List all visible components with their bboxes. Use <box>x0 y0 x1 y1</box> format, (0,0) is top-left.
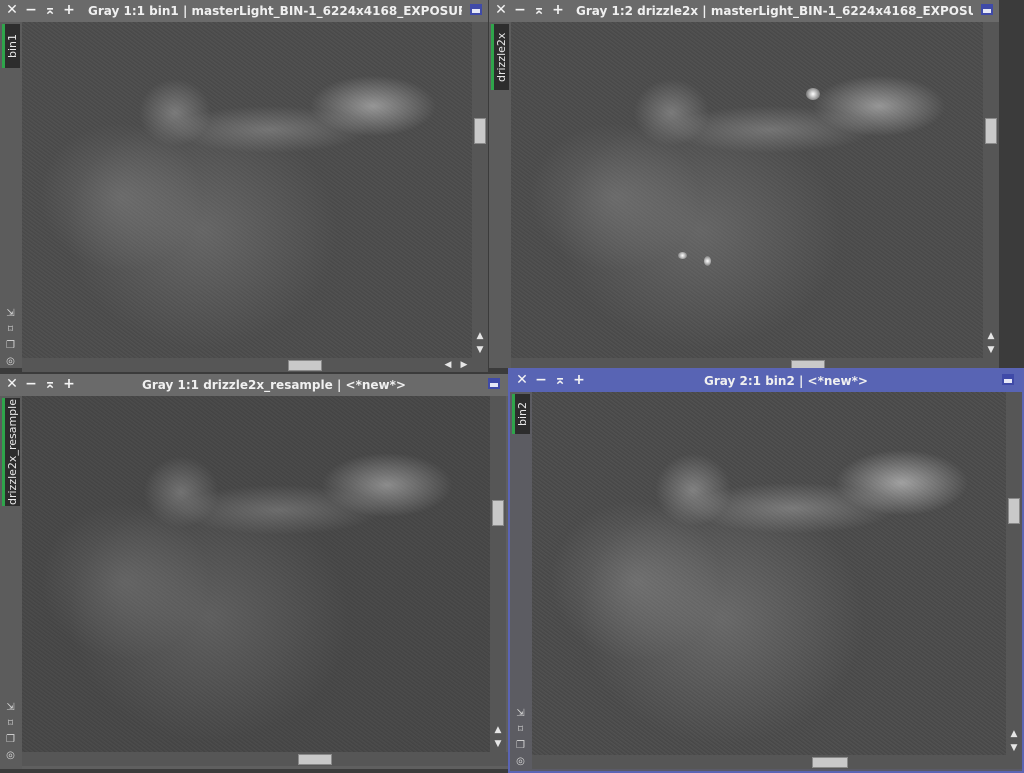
window-title: Gray 1:1 bin1 | masterLight_BIN-1_6224x4… <box>88 4 462 18</box>
restore-window-icon[interactable] <box>488 378 500 389</box>
close-icon[interactable]: ✕ <box>494 3 508 17</box>
zoom-to-fit-icon[interactable]: ⇲ <box>5 308 16 319</box>
scroll-down-icon[interactable]: ▼ <box>474 344 486 356</box>
restore-window-icon[interactable] <box>470 4 482 15</box>
vertical-scrollbar[interactable]: ▲ ▼ <box>472 22 488 358</box>
scroll-right-icon[interactable]: ▶ <box>458 359 470 371</box>
horizontal-scroll-thumb[interactable] <box>812 757 848 768</box>
close-icon[interactable]: ✕ <box>5 377 19 391</box>
star-highlight <box>806 88 820 100</box>
scroll-up-icon[interactable]: ▲ <box>985 330 997 342</box>
window-title: Gray 2:1 bin2 | <*new*> <box>704 374 868 388</box>
scroll-up-icon[interactable]: ▲ <box>1008 728 1020 740</box>
fit-view-icon[interactable]: ⌑ <box>5 718 16 729</box>
horizontal-scroll-thumb[interactable] <box>288 360 322 371</box>
scroll-down-icon[interactable]: ▼ <box>1008 742 1020 754</box>
view-sidebar: drizzle2x_resample ⇲ ⌑ ❐ ◎ <box>0 396 22 769</box>
close-icon[interactable]: ✕ <box>515 373 529 387</box>
minimize-icon[interactable]: − <box>24 3 38 17</box>
image-canvas[interactable] <box>22 22 472 358</box>
maximize-icon[interactable]: + <box>62 377 76 391</box>
window-titlebar[interactable]: ✕ − ⌅ + Gray 2:1 bin2 | <*new*> <box>510 370 1022 392</box>
vertical-scrollbar[interactable]: ▲ ▼ <box>490 396 506 752</box>
maximize-icon[interactable]: + <box>572 373 586 387</box>
scroll-down-icon[interactable]: ▼ <box>492 738 504 750</box>
shade-icon[interactable]: ⌅ <box>532 3 546 17</box>
clone-view-icon[interactable]: ❐ <box>5 734 16 745</box>
zoom-to-fit-icon[interactable]: ⇲ <box>5 702 16 713</box>
restore-window-icon[interactable] <box>981 4 993 15</box>
window-titlebar[interactable]: ✕ − ⌅ + Gray 1:2 drizzle2x | masterLight… <box>489 0 999 22</box>
vertical-scrollbar[interactable]: ▲ ▼ <box>1006 392 1022 755</box>
image-window-bin2[interactable]: ✕ − ⌅ + Gray 2:1 bin2 | <*new*> bin2 ⇲ ⌑… <box>508 368 1024 773</box>
fit-view-icon[interactable]: ⌑ <box>515 724 526 735</box>
scroll-up-icon[interactable]: ▲ <box>492 724 504 736</box>
shade-icon[interactable]: ⌅ <box>43 377 57 391</box>
view-identifier-tab[interactable]: bin1 <box>2 24 20 68</box>
clone-view-icon[interactable]: ❐ <box>5 340 16 351</box>
view-sidebar: bin2 ⇲ ⌑ ❐ ◎ <box>510 392 532 771</box>
zoom-to-fit-icon[interactable]: ⇲ <box>515 708 526 719</box>
view-settings-icon[interactable]: ◎ <box>5 750 16 761</box>
view-settings-icon[interactable]: ◎ <box>515 756 526 767</box>
window-title: Gray 1:2 drizzle2x | masterLight_BIN-1_6… <box>576 4 973 18</box>
star-highlight <box>704 256 711 266</box>
vertical-scroll-thumb[interactable] <box>1008 498 1020 524</box>
horizontal-scrollbar[interactable] <box>532 755 1022 769</box>
vertical-scrollbar[interactable]: ▲ ▼ <box>983 22 999 358</box>
clone-view-icon[interactable]: ❐ <box>515 740 526 751</box>
view-identifier-tab[interactable]: bin2 <box>512 394 530 434</box>
restore-window-icon[interactable] <box>1002 374 1014 385</box>
vertical-scroll-thumb[interactable] <box>492 500 504 526</box>
vertical-scroll-thumb[interactable] <box>474 118 486 144</box>
image-canvas[interactable] <box>511 22 983 358</box>
horizontal-scroll-thumb[interactable] <box>298 754 332 765</box>
maximize-icon[interactable]: + <box>551 3 565 17</box>
shade-icon[interactable]: ⌅ <box>43 3 57 17</box>
maximize-icon[interactable]: + <box>62 3 76 17</box>
view-settings-icon[interactable]: ◎ <box>5 356 16 367</box>
shade-icon[interactable]: ⌅ <box>553 373 567 387</box>
image-canvas[interactable] <box>22 396 490 752</box>
image-window-bin1[interactable]: ✕ − ⌅ + Gray 1:1 bin1 | masterLight_BIN-… <box>0 0 488 372</box>
window-titlebar[interactable]: ✕ − ⌅ + Gray 1:1 drizzle2x_resample | <*… <box>0 374 508 396</box>
view-identifier-tab[interactable]: drizzle2x <box>491 24 509 90</box>
image-canvas[interactable] <box>532 392 1006 755</box>
view-identifier-tab[interactable]: drizzle2x_resample <box>2 398 20 506</box>
vertical-scroll-thumb[interactable] <box>985 118 997 144</box>
view-sidebar: bin1 ⇲ ⌑ ❐ ◎ <box>0 22 22 368</box>
minimize-icon[interactable]: − <box>534 373 548 387</box>
window-titlebar[interactable]: ✕ − ⌅ + Gray 1:1 bin1 | masterLight_BIN-… <box>0 0 488 22</box>
horizontal-scrollbar[interactable]: ◀ ▶ <box>22 358 488 372</box>
minimize-icon[interactable]: − <box>513 3 527 17</box>
image-window-drizzle2x[interactable]: ✕ − ⌅ + Gray 1:2 drizzle2x | masterLight… <box>489 0 999 372</box>
horizontal-scrollbar[interactable] <box>22 752 508 766</box>
scroll-down-icon[interactable]: ▼ <box>985 344 997 356</box>
close-icon[interactable]: ✕ <box>5 3 19 17</box>
view-sidebar: drizzle2x <box>489 22 511 368</box>
window-title: Gray 1:1 drizzle2x_resample | <*new*> <box>142 378 406 392</box>
scroll-left-icon[interactable]: ◀ <box>442 359 454 371</box>
image-window-drizzle2x-resample[interactable]: ✕ − ⌅ + Gray 1:1 drizzle2x_resample | <*… <box>0 374 508 769</box>
star-highlight <box>678 252 687 259</box>
minimize-icon[interactable]: − <box>24 377 38 391</box>
fit-view-icon[interactable]: ⌑ <box>5 324 16 335</box>
scroll-up-icon[interactable]: ▲ <box>474 330 486 342</box>
